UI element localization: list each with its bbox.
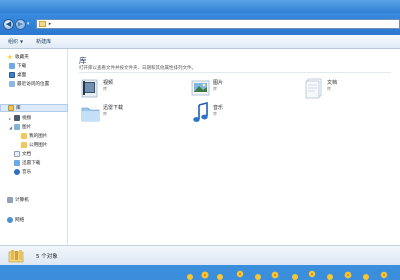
forward-arrow-icon: ▶ bbox=[17, 19, 24, 28]
documents-library-icon bbox=[305, 78, 322, 99]
sidebar-item-label: 下载 bbox=[17, 64, 27, 69]
tile-type: 库 bbox=[103, 86, 107, 91]
sidebar-item-libraries[interactable]: 库 bbox=[0, 104, 68, 112]
tile-type: 库 bbox=[213, 86, 217, 91]
tile-type: 库 bbox=[213, 111, 217, 116]
flower-wallpaper-image bbox=[0, 265, 400, 280]
divider bbox=[79, 72, 391, 73]
chevron-down-icon[interactable]: ◢ bbox=[9, 125, 13, 130]
sidebar-item-thunder-downloads[interactable]: 迅雷下载 bbox=[0, 159, 68, 167]
command-bar: 组织 ▼ 新建库 bbox=[0, 35, 400, 49]
desktop-icon bbox=[9, 72, 15, 78]
sidebar-item-network[interactable]: 网络 bbox=[0, 216, 68, 224]
forward-button[interactable]: ▶ bbox=[14, 18, 26, 30]
sidebar-item-downloads[interactable]: 下载 bbox=[0, 62, 68, 70]
sidebar-item-favorites[interactable]: 收藏夹 bbox=[0, 53, 68, 61]
back-button[interactable]: ◀ bbox=[3, 18, 14, 30]
chevron-down-icon: ▼ bbox=[20, 39, 24, 44]
sidebar-item-recent-places[interactable]: 最近访问的位置 bbox=[0, 80, 68, 88]
folder-icon bbox=[21, 133, 27, 139]
tile-name: 图片 bbox=[213, 80, 224, 86]
sidebar-item-label: 最近访问的位置 bbox=[17, 82, 50, 87]
organize-button[interactable]: 组织 ▼ bbox=[6, 37, 25, 47]
navigation-bar: ◀ ▶ ▾ ▸ bbox=[0, 13, 400, 35]
download-icon bbox=[14, 160, 20, 166]
video-icon bbox=[14, 115, 20, 121]
download-library-icon bbox=[81, 107, 100, 122]
sidebar-item-label: 库 bbox=[16, 106, 21, 111]
music-library-icon bbox=[193, 102, 208, 122]
sidebar-item-label: 图片 bbox=[22, 125, 32, 130]
library-tile-thunder-downloads[interactable]: 迅雷下载 库 bbox=[81, 102, 161, 128]
sidebar-item-label: 计算机 bbox=[15, 198, 29, 203]
sidebar-item-label: 音乐 bbox=[22, 170, 32, 175]
tile-type: 库 bbox=[103, 111, 107, 116]
sidebar-item-label: 公用图片 bbox=[29, 143, 48, 148]
pictures-library-icon bbox=[191, 80, 210, 96]
recent-pages-dropdown[interactable]: ▾ bbox=[27, 21, 32, 27]
folder-icon bbox=[21, 142, 27, 148]
network-icon bbox=[7, 217, 13, 223]
tile-type: 库 bbox=[327, 86, 331, 91]
library-tile-documents[interactable]: 文档 库 bbox=[305, 77, 385, 103]
sidebar-item-desktop[interactable]: 桌面 bbox=[0, 71, 68, 79]
library-tile-music[interactable]: 音乐 库 bbox=[191, 102, 271, 128]
library-tile-videos[interactable]: 视频 库 bbox=[81, 77, 161, 103]
breadcrumb-separator[interactable]: ▸ bbox=[49, 21, 52, 27]
sidebar-item-public-pictures[interactable]: 公用图片 bbox=[0, 141, 68, 149]
page-subtitle: 打开库以查看文件并按文件夹、日期和其他属性排列文件。 bbox=[79, 66, 196, 71]
sidebar-item-label: 网络 bbox=[15, 218, 25, 223]
sidebar-item-my-pictures[interactable]: 我的图片 bbox=[0, 132, 68, 140]
sidebar-item-music[interactable]: 音乐 bbox=[0, 168, 68, 176]
window-title-bar bbox=[0, 0, 400, 13]
star-icon bbox=[7, 54, 13, 60]
address-bar[interactable]: ▸ bbox=[35, 19, 400, 29]
libraries-icon bbox=[38, 21, 46, 27]
recent-places-icon bbox=[9, 81, 15, 87]
download-folder-icon bbox=[9, 63, 15, 69]
file-list-pane[interactable]: 库 打开库以查看文件并按文件夹、日期和其他属性排列文件。 视频 库 图片 库 文… bbox=[69, 49, 400, 245]
tile-name: 视频 bbox=[103, 80, 114, 86]
libraries-icon bbox=[8, 250, 24, 263]
music-icon bbox=[14, 169, 20, 175]
documents-icon bbox=[14, 151, 20, 157]
new-library-label: 新建库 bbox=[36, 39, 52, 45]
navigation-pane: 收藏夹 下载 桌面 最近访问的位置 库 ▸ 视频 ◢ 图片 我的图片 公用图片 … bbox=[0, 49, 68, 245]
computer-icon bbox=[7, 197, 13, 203]
sidebar-item-label: 我的图片 bbox=[29, 134, 48, 139]
details-pane: 5 个对象 bbox=[0, 245, 400, 265]
sidebar-item-label: 迅雷下载 bbox=[22, 161, 41, 166]
video-library-icon bbox=[81, 79, 98, 98]
tile-name: 音乐 bbox=[213, 105, 224, 111]
library-tile-pictures[interactable]: 图片 库 bbox=[191, 77, 271, 103]
chevron-right-icon[interactable]: ▸ bbox=[9, 116, 13, 121]
sidebar-item-videos[interactable]: ▸ 视频 bbox=[0, 114, 68, 122]
libraries-icon bbox=[8, 105, 14, 111]
pictures-icon bbox=[14, 124, 20, 130]
desktop-wallpaper bbox=[0, 265, 400, 280]
sidebar-item-label: 收藏夹 bbox=[15, 55, 29, 60]
sidebar-item-pictures[interactable]: ◢ 图片 bbox=[0, 123, 68, 131]
sidebar-item-computer[interactable]: 计算机 bbox=[0, 196, 68, 204]
item-count: 5 个对象 bbox=[36, 254, 58, 260]
organize-label: 组织 bbox=[8, 39, 19, 45]
new-library-button[interactable]: 新建库 bbox=[34, 37, 53, 47]
sidebar-item-label: 文档 bbox=[22, 152, 32, 157]
back-arrow-icon: ◀ bbox=[5, 19, 12, 28]
tile-name: 文档 bbox=[327, 80, 338, 86]
sidebar-item-documents[interactable]: 文档 bbox=[0, 150, 68, 158]
sidebar-item-label: 视频 bbox=[22, 116, 32, 121]
sidebar-item-label: 桌面 bbox=[17, 73, 27, 78]
tile-name: 迅雷下载 bbox=[103, 105, 124, 111]
